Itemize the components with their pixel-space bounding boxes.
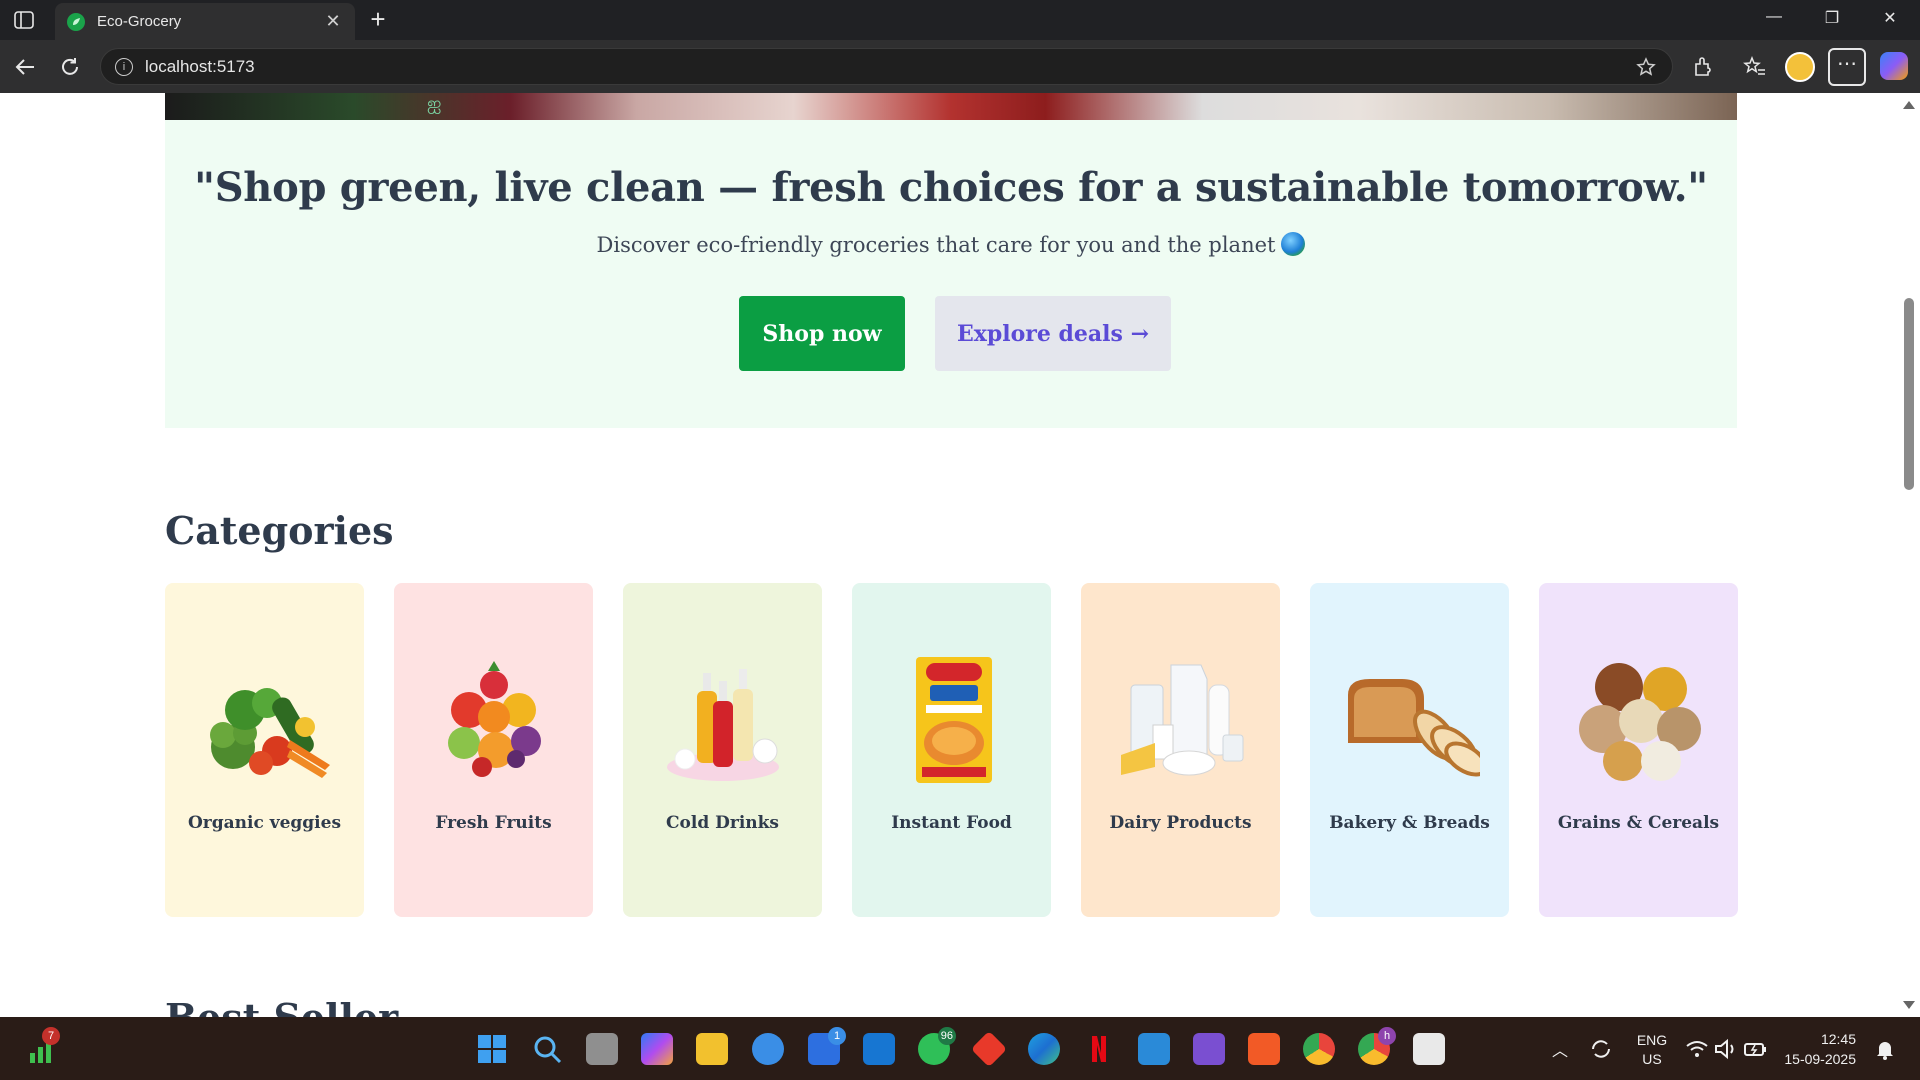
tab-close-icon[interactable]: ✕ [323, 11, 343, 32]
wifi-icon[interactable] [1684, 1036, 1710, 1062]
stocks-widget-icon[interactable]: 7 [26, 1027, 60, 1065]
scroll-up-arrow-icon[interactable] [1903, 101, 1915, 109]
eco-grocery-favicon-icon [67, 12, 85, 31]
category-label: Bakery & Breads [1329, 813, 1490, 833]
restore-button[interactable]: ❐ [1812, 8, 1852, 32]
vegetables-image [210, 688, 330, 778]
clock-date[interactable]: 15-09-2025 [1776, 1051, 1856, 1067]
fruits-image [448, 661, 541, 777]
whatsapp-badge: 96 [937, 1027, 956, 1045]
page-viewport: ஐ "Shop green, live clean — fresh choice… [5, 93, 1898, 1017]
tab-title: Eco-Grocery [97, 13, 182, 30]
copilot-taskbar-icon[interactable] [641, 1033, 673, 1065]
categories-heading: Categories [165, 508, 394, 553]
task-view-icon[interactable] [586, 1033, 618, 1065]
hero-section: "Shop green, live clean — fresh choices … [165, 120, 1737, 428]
start-icon[interactable] [476, 1033, 508, 1065]
address-bar-row: i localhost:5173 [0, 40, 1920, 93]
instant-noodles-image [916, 657, 992, 783]
whatsapp-icon[interactable]: 96 [918, 1027, 956, 1065]
category-label: Dairy Products [1109, 813, 1252, 833]
more-options-button[interactable]: ⋯ [1828, 48, 1866, 86]
snipping-tool-icon[interactable] [1413, 1033, 1445, 1065]
category-card-bakery-breads[interactable]: Bakery & Breads [1310, 583, 1509, 917]
vscode-icon[interactable] [1138, 1033, 1170, 1065]
file-explorer-icon[interactable] [696, 1033, 728, 1065]
search-icon[interactable] [531, 1033, 563, 1065]
chrome-profile-badge: h [1378, 1027, 1396, 1045]
profile-avatar[interactable] [1785, 52, 1815, 82]
category-card-dairy-products[interactable]: Dairy Products [1081, 583, 1280, 917]
outlook-icon[interactable] [863, 1033, 895, 1065]
minimize-button[interactable]: — [1754, 8, 1794, 32]
back-icon[interactable] [10, 52, 40, 82]
best-seller-heading: Best Seller [165, 995, 398, 1017]
chrome-profile-icon[interactable]: h [1358, 1027, 1396, 1065]
cold-drinks-image [667, 669, 779, 781]
region-indicator[interactable]: US [1628, 1051, 1676, 1067]
new-tab-button[interactable]: + [364, 6, 392, 34]
netflix-icon[interactable] [1083, 1033, 1115, 1065]
sidebar-toggle-icon[interactable] [10, 8, 38, 32]
category-label: Cold Drinks [666, 813, 779, 833]
page-scrollbar[interactable] [1898, 93, 1920, 1017]
category-card-organic-veggies[interactable]: Organic veggies [165, 583, 364, 917]
copilot-icon[interactable] [1880, 52, 1908, 80]
clock-time[interactable]: 12:45 [1776, 1031, 1856, 1047]
shop-now-button[interactable]: Shop now [739, 296, 905, 371]
windows-taskbar: 7 1 96 h ︿ ENG US 12:45 15-09-2025 [0, 1017, 1920, 1080]
notifications-bell-icon[interactable] [1874, 1038, 1896, 1060]
close-window-button[interactable]: ✕ [1870, 8, 1910, 32]
hero-banner-image: ஐ [165, 93, 1737, 120]
url-text[interactable]: localhost:5173 [145, 57, 1634, 77]
banner-logo-icon: ஐ [427, 93, 442, 114]
browser-tab[interactable]: Eco-Grocery ✕ [55, 3, 355, 40]
volume-icon[interactable] [1713, 1036, 1739, 1062]
category-card-cold-drinks[interactable]: Cold Drinks [623, 583, 822, 917]
scroll-down-arrow-icon[interactable] [1903, 1001, 1915, 1009]
microsoft-store-icon[interactable]: 1 [808, 1027, 846, 1065]
category-card-instant-food[interactable]: Instant Food [852, 583, 1051, 917]
battery-icon[interactable] [1742, 1036, 1768, 1062]
anydesk-icon[interactable] [970, 1030, 1008, 1068]
language-indicator[interactable]: ENG [1628, 1032, 1676, 1048]
favorite-star-icon[interactable] [1634, 55, 1658, 79]
extensions-icon[interactable] [1688, 52, 1718, 82]
reload-icon[interactable] [55, 52, 85, 82]
category-label: Grains & Cereals [1557, 813, 1720, 833]
scroll-thumb[interactable] [1904, 298, 1914, 490]
grains-image [1579, 663, 1701, 781]
dairy-products-image [1121, 664, 1244, 776]
hero-subtitle-text: Discover eco-friendly groceries that car… [596, 233, 1276, 257]
brave-icon[interactable] [1248, 1033, 1280, 1065]
hero-subtitle: Discover eco-friendly groceries that car… [165, 232, 1737, 257]
sync-icon[interactable] [1588, 1036, 1614, 1062]
favorites-icon[interactable] [1740, 52, 1770, 82]
chrome-icon[interactable] [1303, 1033, 1335, 1065]
edge-icon[interactable] [1028, 1033, 1060, 1065]
tab-bar: Eco-Grocery ✕ + — ❐ ✕ [0, 0, 1920, 40]
category-card-grains-cereals[interactable]: Grains & Cereals [1539, 583, 1738, 917]
visual-studio-icon[interactable] [1193, 1033, 1225, 1065]
category-label: Organic veggies [187, 813, 342, 833]
bread-loaf-image [1348, 679, 1480, 777]
explore-deals-button[interactable]: Explore deals → [935, 296, 1171, 371]
globe-icon [1281, 232, 1306, 256]
category-card-fresh-fruits[interactable]: Fresh Fruits [394, 583, 593, 917]
help-icon[interactable] [752, 1033, 784, 1065]
categories-grid: Organic veggies Fresh Fruits Cold Drinks [165, 583, 1738, 917]
url-field[interactable]: i localhost:5173 [100, 48, 1673, 85]
site-info-icon[interactable]: i [115, 57, 133, 76]
category-label: Fresh Fruits [435, 813, 552, 833]
category-label: Instant Food [891, 813, 1012, 833]
show-hidden-icons-chevron-icon[interactable]: ︿ [1552, 1037, 1568, 1061]
store-badge: 1 [828, 1027, 846, 1045]
stocks-badge: 7 [42, 1027, 60, 1045]
hero-quote: "Shop green, live clean — fresh choices … [194, 164, 1708, 211]
